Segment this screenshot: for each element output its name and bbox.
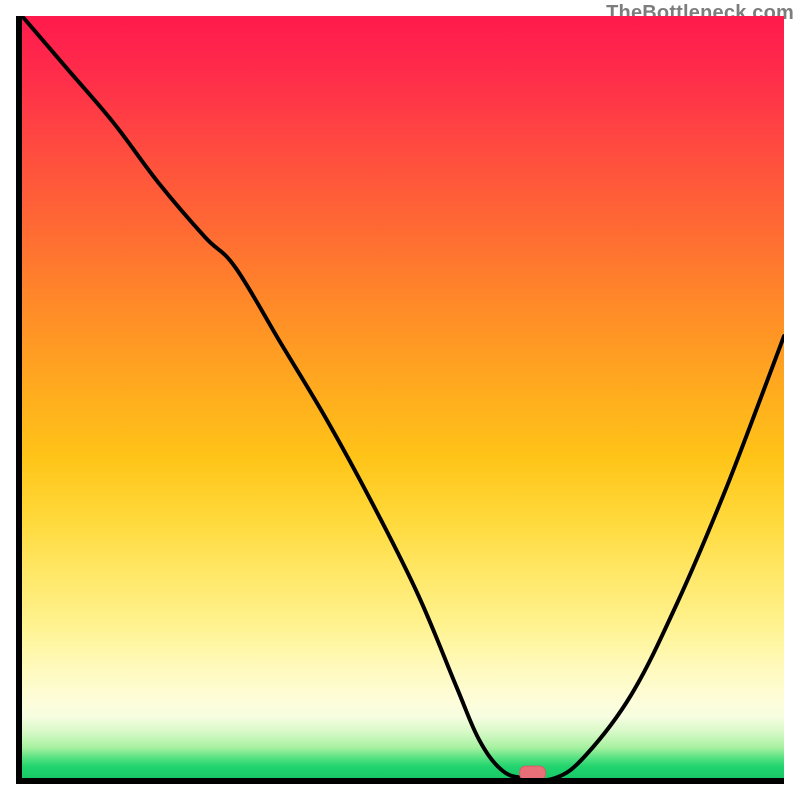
chart-svg <box>22 16 784 778</box>
chart-frame: TheBottleneck.com <box>0 0 800 800</box>
optimal-point-marker <box>520 766 546 778</box>
plot-area <box>16 16 784 784</box>
bottleneck-curve <box>22 16 784 778</box>
